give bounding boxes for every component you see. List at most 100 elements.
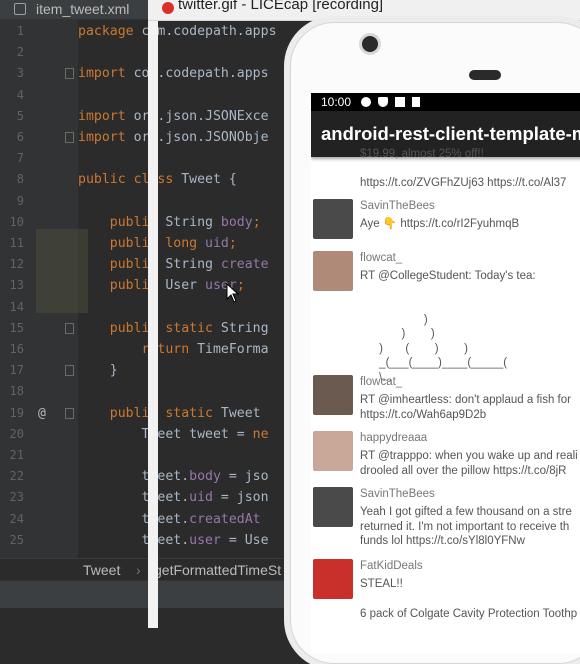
fold-icon[interactable]	[65, 322, 74, 334]
android-status-bar: 10:00	[311, 93, 580, 111]
tweet-body-line: 6 pack of Colgate Cavity Protection Toot…	[360, 608, 578, 620]
code-line: import org.json.JSONObje	[78, 127, 269, 148]
code-line: tweet.uid = json	[78, 487, 269, 508]
line-number: 25	[9, 532, 24, 547]
code-token: tweet.	[78, 469, 190, 485]
line-number: 4	[16, 87, 24, 102]
code-token: String	[165, 257, 221, 273]
line-number: 11	[9, 236, 24, 250]
licecap-title: twitter.gif - LICEcap [recording]	[178, 0, 384, 13]
line-number: 1	[16, 24, 24, 38]
code-line: import org.json.JSONExce	[78, 106, 269, 127]
code-token: create	[220, 257, 269, 273]
avatar[interactable]	[313, 251, 353, 291]
mouse-cursor-icon	[226, 283, 240, 303]
code-line: import com.codepath.apps	[78, 63, 269, 84]
code-token: Tweet {	[181, 172, 237, 188]
settings-icon	[361, 97, 371, 107]
fold-icon[interactable]	[65, 365, 74, 377]
tweet-body-line: funds lol https://t.co/sYl8l0YFNw	[360, 535, 525, 547]
licecap-title-bar[interactable]: twitter.gif - LICEcap [recording]	[148, 0, 580, 21]
tweet-body-line: Aye 👇 https://t.co/rI2FyuhmqB	[360, 218, 520, 230]
code-token: import	[78, 130, 134, 145]
sd-card-icon	[412, 97, 420, 107]
licecap-frame	[148, 0, 158, 628]
status-time: 10:00	[321, 95, 352, 109]
code-token: public long	[78, 236, 206, 251]
override-marker[interactable]: @	[38, 403, 46, 424]
tweet-body-line: )	[360, 313, 428, 326]
shield-icon	[378, 97, 388, 107]
code-token: TimeForma	[197, 342, 269, 357]
code-token: = Use	[220, 532, 269, 548]
line-number: 9	[16, 193, 24, 208]
line-number: 18	[9, 384, 24, 399]
fold-icon[interactable]	[65, 68, 74, 80]
avatar[interactable]	[313, 559, 353, 599]
code-token: Tweet	[220, 405, 261, 421]
code-line: tweet.body = jso	[78, 466, 269, 487]
line-number: 14	[9, 299, 24, 314]
tweet-timeline[interactable]: $19.99, almost 25% off!! https://t.co/ZVG…	[311, 148, 580, 653]
code-line: Tweet tweet = ne	[78, 424, 269, 445]
line-number: 2	[16, 45, 24, 60]
tweet-username[interactable]: flowcat_	[360, 251, 402, 266]
fold-icon[interactable]	[65, 407, 74, 419]
avatar[interactable]	[313, 375, 353, 415]
code-token: String	[165, 214, 221, 230]
line-number: 12	[9, 257, 24, 272]
speaker-icon	[469, 70, 501, 80]
code-line: public User user;	[78, 275, 245, 296]
code-line: package com.codepath.apps	[78, 21, 277, 42]
code-line: }	[78, 360, 118, 381]
line-number: 15	[9, 320, 24, 335]
breadcrumb-method[interactable]: getFormattedTimeSt	[154, 559, 281, 581]
tweet-body-line: ) ( ) )	[360, 342, 468, 355]
code-token: = json	[212, 490, 269, 506]
breadcrumb-class[interactable]: Tweet	[83, 559, 120, 581]
tweet-body-line: returned it. I'm not important to receiv…	[360, 520, 570, 533]
code-line: tweet.createdAt	[78, 509, 261, 530]
line-number: 5	[16, 108, 24, 123]
code-token: import	[78, 66, 134, 82]
tweet-username[interactable]: SavinTheBees	[360, 487, 435, 502]
avatar[interactable]	[313, 431, 353, 471]
code-token: return	[78, 342, 198, 357]
code-line: public String create	[78, 254, 269, 275]
tab-item-tweet-xml[interactable]: item_tweet.xml	[0, 0, 150, 20]
line-number: 8	[16, 172, 24, 187]
avatar[interactable]	[313, 199, 353, 239]
tweet-username[interactable]: FatKidDeals	[360, 559, 423, 574]
code-token: tweet.	[78, 532, 190, 548]
code-line: public static String	[78, 318, 269, 339]
file-icon	[14, 3, 26, 15]
code-line: return TimeForma	[78, 339, 269, 360]
tweet-username[interactable]: happydreaaa	[360, 431, 427, 446]
line-number: 13	[9, 278, 24, 293]
line-number: 19	[9, 405, 24, 420]
code-token: }	[78, 363, 118, 379]
tweet-body-line: https://t.co/ZVGFhZUj63 https://t.co/Al3…	[360, 177, 567, 189]
tweet-username[interactable]: SavinTheBees	[360, 199, 435, 214]
record-icon	[162, 2, 174, 14]
tweet-body-line: RT @imheartless: don't applaud a fish fo…	[360, 394, 571, 406]
line-number: 22	[9, 469, 24, 484]
tweet-username[interactable]: flowcat_	[360, 375, 402, 390]
line-number: 17	[9, 363, 24, 378]
fold-icon[interactable]	[65, 132, 74, 143]
tweet-body-line: ) )	[360, 328, 435, 340]
code-token: body	[220, 214, 253, 230]
code-token: ;	[252, 214, 261, 230]
avatar[interactable]	[313, 487, 353, 527]
tab-label: item_tweet.xml	[36, 1, 130, 17]
line-number: 6	[16, 130, 24, 144]
tweet-body-line: $19.99, almost 25% off!!	[360, 148, 484, 160]
code-token: user	[189, 532, 221, 548]
code-token: uid	[205, 236, 229, 251]
tweet-body-line: RT @CollegeStudent: Today's tea:	[360, 270, 536, 282]
code-token: createdAt	[189, 511, 261, 527]
code-token: ne	[252, 426, 269, 442]
android-emulator: 10:00 android-rest-client-template-mast …	[290, 22, 580, 664]
line-number: 20	[9, 426, 24, 441]
line-number: 23	[9, 490, 24, 505]
